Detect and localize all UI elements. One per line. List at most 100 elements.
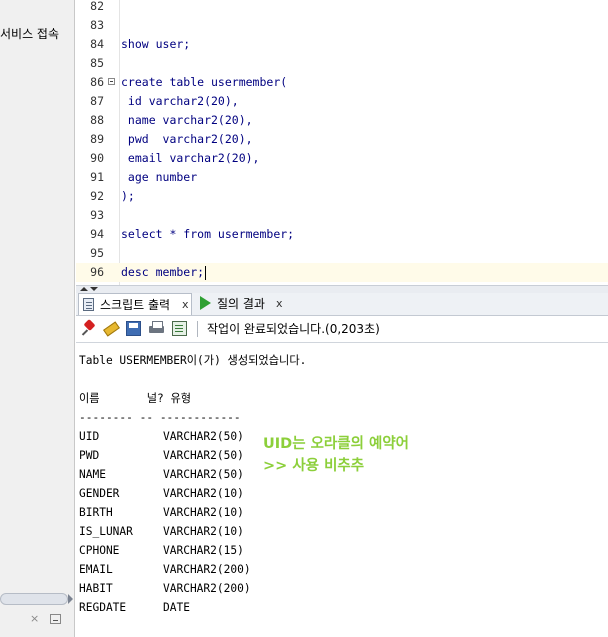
script-output-panel[interactable]: Table USERMEMBER이(가) 생성되었습니다. 이름 널? 유형 -…	[76, 343, 608, 637]
code-text: pwd varchar2(20),	[121, 132, 253, 146]
code-line[interactable]: 83	[76, 16, 608, 35]
line-number: 84	[90, 37, 104, 51]
fold-toggle-icon[interactable]	[108, 78, 115, 85]
line-number: 94	[90, 227, 104, 241]
line-number: 86	[90, 75, 104, 89]
tab-close-icon[interactable]: x	[182, 294, 189, 316]
code-line[interactable]: 94 select * from usermember;	[76, 225, 608, 244]
print-icon[interactable]	[149, 321, 164, 336]
code-line[interactable]: 89 pwd varchar2(20),	[76, 130, 608, 149]
column-name: UID	[79, 430, 100, 443]
code-line[interactable]: 86 create table usermember(	[76, 73, 608, 92]
column-type: VARCHAR2(200)	[163, 563, 251, 576]
pin-icon[interactable]	[82, 321, 97, 336]
tab-query-result-label: 질의 결과	[217, 297, 265, 311]
code-text: id varchar2(20),	[121, 94, 239, 108]
code-line[interactable]: 96 desc member;	[76, 263, 608, 282]
describe-row: EMAIL VARCHAR2(200)	[79, 560, 379, 579]
code-line[interactable]: 93	[76, 206, 608, 225]
column-name: NAME	[79, 468, 106, 481]
table-created-message: Table USERMEMBER이(가) 생성되었습니다.	[79, 354, 307, 367]
describe-row: CPHONE VARCHAR2(15)	[79, 541, 379, 560]
collapse-down-icon[interactable]	[90, 287, 98, 291]
line-number: 82	[90, 0, 104, 13]
tab-query-result[interactable]: 질의 결과 x	[196, 293, 292, 315]
line-number: 89	[90, 132, 104, 146]
line-number: 91	[90, 170, 104, 184]
column-name: REGDATE	[79, 601, 127, 614]
output-tab-bar: 스크립트 출력 x 질의 결과 x	[76, 293, 608, 316]
column-type: VARCHAR2(10)	[163, 506, 244, 519]
code-line[interactable]: 90 email varchar2(20),	[76, 149, 608, 168]
code-line[interactable]: 95	[76, 244, 608, 263]
toolbar-separator	[197, 321, 198, 337]
script-output-icon	[83, 298, 94, 311]
column-name: IS_LUNAR	[79, 525, 133, 538]
code-line[interactable]: 87 id varchar2(20),	[76, 92, 608, 111]
code-text: );	[121, 189, 135, 203]
save-icon[interactable]	[126, 321, 141, 336]
line-number: 83	[90, 18, 104, 32]
collapse-up-icon[interactable]	[80, 287, 88, 291]
line-number: 93	[90, 208, 104, 222]
code-line[interactable]: 88 name varchar2(20),	[76, 111, 608, 130]
line-number: 85	[90, 56, 104, 70]
code-text: email varchar2(20),	[121, 151, 260, 165]
column-type: VARCHAR2(10)	[163, 525, 244, 538]
code-text: create table usermember(	[121, 75, 288, 89]
sql-editor[interactable]: 82 83 84 show user; 85 86 create table usermem…	[76, 0, 608, 285]
code-line[interactable]: 82	[76, 0, 608, 16]
connections-label[interactable]: 서비스 접속	[0, 25, 59, 42]
column-type: DATE	[163, 601, 190, 614]
describe-row: REGDATE DATE	[79, 598, 379, 617]
line-number: 87	[90, 94, 104, 108]
status-message: 작업이 완료되었습니다.(0,203초)	[207, 322, 380, 336]
line-number: 90	[90, 151, 104, 165]
close-icon[interactable]: ×	[30, 612, 39, 625]
describe-row: GENDER VARCHAR2(10)	[79, 484, 379, 503]
line-number: 95	[90, 246, 104, 260]
connections-panel: 서비스 접속 ×	[0, 0, 75, 637]
describe-row: IS_LUNAR VARCHAR2(10)	[79, 522, 379, 541]
describe-separator: -------- -- ------------	[79, 411, 241, 424]
code-line[interactable]: 91 age number	[76, 168, 608, 187]
run-query-icon	[200, 296, 211, 310]
output-toolbar: 작업이 완료되었습니다.(0,203초)	[76, 316, 608, 343]
annotation-line-1: UID는 오라클의 예약어	[263, 436, 410, 452]
code-text: age number	[121, 170, 198, 184]
tab-close-icon[interactable]: x	[276, 293, 283, 315]
column-type: VARCHAR2(50)	[163, 430, 244, 443]
column-name: EMAIL	[79, 563, 113, 576]
column-name: GENDER	[79, 487, 120, 500]
code-line[interactable]: 85	[76, 54, 608, 73]
tab-script-output[interactable]: 스크립트 출력 x	[78, 293, 192, 315]
annotation-line-2: >> 사용 비추추	[263, 458, 365, 474]
describe-header: 이름 널? 유형	[79, 392, 192, 405]
eraser-icon[interactable]	[103, 321, 118, 336]
minimize-icon[interactable]	[50, 614, 61, 624]
column-name: CPHONE	[79, 544, 120, 557]
text-cursor	[205, 266, 206, 280]
describe-row: BIRTH VARCHAR2(10)	[79, 503, 379, 522]
column-name: BIRTH	[79, 506, 113, 519]
line-number: 88	[90, 113, 104, 127]
scroll-right-arrow-icon[interactable]	[68, 594, 73, 604]
column-type: VARCHAR2(15)	[163, 544, 244, 557]
column-name: PWD	[79, 449, 100, 462]
column-name: HABIT	[79, 582, 113, 595]
column-type: VARCHAR2(10)	[163, 487, 244, 500]
code-text: show user;	[121, 37, 191, 51]
code-line[interactable]: 84 show user;	[76, 35, 608, 54]
code-text: select * from usermember;	[121, 227, 295, 241]
horizontal-scrollbar[interactable]	[0, 593, 73, 605]
code-text: desc member;	[121, 265, 205, 279]
code-line[interactable]: 92);	[76, 187, 608, 206]
code-text: name varchar2(20),	[121, 113, 253, 127]
script-icon[interactable]	[172, 321, 187, 336]
line-number: 92	[90, 189, 104, 203]
tab-script-output-label: 스크립트 출력	[100, 298, 171, 312]
line-number: 96	[90, 265, 104, 279]
column-type: VARCHAR2(50)	[163, 449, 244, 462]
panel-bottom-controls: ×	[0, 612, 74, 630]
describe-row: HABIT VARCHAR2(200)	[79, 579, 379, 598]
